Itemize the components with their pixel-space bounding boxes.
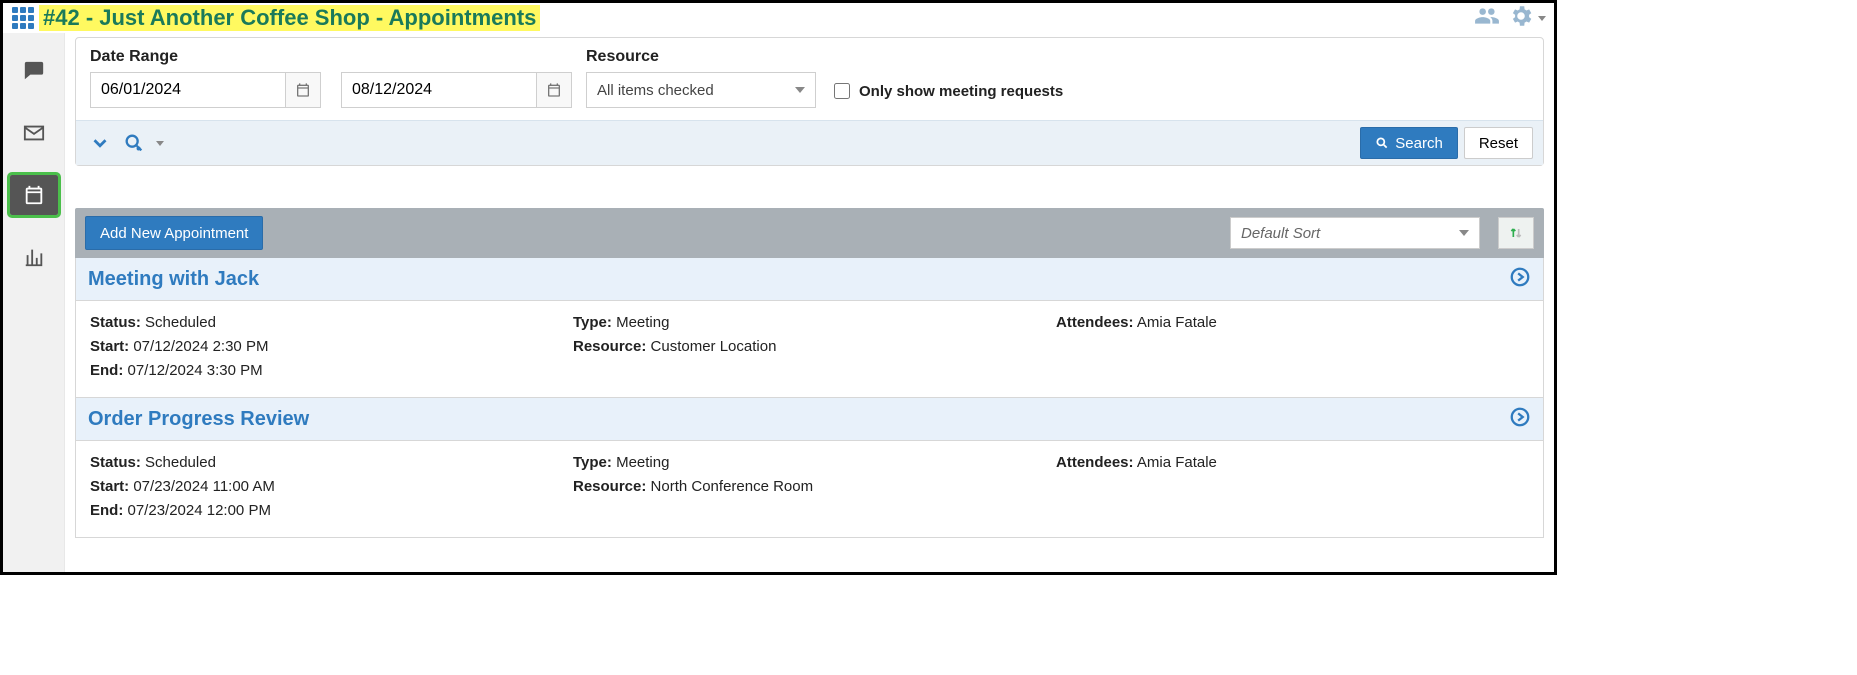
type-value: Meeting bbox=[616, 454, 669, 471]
left-nav bbox=[3, 33, 65, 572]
resource-select-value: All items checked bbox=[597, 82, 714, 99]
date-range-label: Date Range bbox=[90, 48, 572, 66]
reset-button[interactable]: Reset bbox=[1464, 127, 1533, 159]
sort-select[interactable]: Default Sort bbox=[1230, 217, 1480, 249]
type-label: Type: bbox=[573, 454, 612, 471]
add-appointment-label: Add New Appointment bbox=[100, 225, 248, 242]
attendees-value: Amia Fatale bbox=[1137, 314, 1217, 331]
chevron-down-icon bbox=[795, 87, 805, 93]
apps-grid-icon[interactable] bbox=[11, 6, 35, 30]
appointment-header: Order Progress Review bbox=[75, 398, 1544, 441]
page-title: #42 - Just Another Coffee Shop - Appoint… bbox=[39, 5, 540, 31]
end-label: End: bbox=[90, 502, 123, 519]
nav-calendar[interactable] bbox=[10, 175, 58, 215]
resource-value: North Conference Room bbox=[651, 478, 814, 495]
appointment-title-link[interactable]: Order Progress Review bbox=[88, 408, 309, 431]
status-value: Scheduled bbox=[145, 454, 216, 471]
search-button-label: Search bbox=[1395, 135, 1443, 152]
attendees-value: Amia Fatale bbox=[1137, 454, 1217, 471]
sort-direction-button[interactable] bbox=[1498, 217, 1534, 249]
type-label: Type: bbox=[573, 314, 612, 331]
sort-select-value: Default Sort bbox=[1241, 225, 1320, 242]
add-appointment-button[interactable]: Add New Appointment bbox=[85, 216, 263, 250]
users-icon[interactable] bbox=[1474, 3, 1500, 33]
search-button[interactable]: Search bbox=[1360, 127, 1458, 159]
nav-mail[interactable] bbox=[10, 113, 58, 153]
gear-menu-caret[interactable] bbox=[1538, 16, 1546, 21]
attendees-label: Attendees: bbox=[1056, 314, 1134, 331]
date-from-input[interactable] bbox=[90, 72, 285, 108]
type-value: Meeting bbox=[616, 314, 669, 331]
date-to-input[interactable] bbox=[341, 72, 536, 108]
start-value: 07/12/2024 2:30 PM bbox=[133, 338, 268, 355]
open-appointment-icon[interactable] bbox=[1509, 266, 1531, 292]
appointment-header: Meeting with Jack bbox=[75, 258, 1544, 301]
resource-label: Resource: bbox=[573, 478, 646, 495]
appointment-body: Status: Scheduled Start: 07/23/2024 11:0… bbox=[75, 441, 1544, 538]
end-value: 07/12/2024 3:30 PM bbox=[128, 362, 263, 379]
only-meetings-checkbox[interactable] bbox=[834, 83, 850, 99]
nav-chat[interactable] bbox=[10, 51, 58, 91]
search-settings-caret[interactable] bbox=[156, 141, 164, 146]
status-label: Status: bbox=[90, 314, 141, 331]
expand-toggle-icon[interactable] bbox=[86, 129, 114, 157]
start-label: Start: bbox=[90, 478, 129, 495]
date-from-picker-icon[interactable] bbox=[285, 72, 321, 108]
gear-icon[interactable] bbox=[1508, 3, 1534, 33]
only-meetings-label: Only show meeting requests bbox=[859, 83, 1063, 100]
resource-label: Resource: bbox=[573, 338, 646, 355]
filter-panel: Date Range bbox=[75, 37, 1544, 166]
status-label: Status: bbox=[90, 454, 141, 471]
status-value: Scheduled bbox=[145, 314, 216, 331]
open-appointment-icon[interactable] bbox=[1509, 406, 1531, 432]
start-value: 07/23/2024 11:00 AM bbox=[133, 478, 275, 495]
end-value: 07/23/2024 12:00 PM bbox=[128, 502, 271, 519]
top-bar: #42 - Just Another Coffee Shop - Appoint… bbox=[3, 3, 1554, 33]
date-to-picker-icon[interactable] bbox=[536, 72, 572, 108]
end-label: End: bbox=[90, 362, 123, 379]
start-label: Start: bbox=[90, 338, 129, 355]
appointment-body: Status: Scheduled Start: 07/12/2024 2:30… bbox=[75, 301, 1544, 398]
nav-reports[interactable] bbox=[10, 237, 58, 277]
appointment-title-link[interactable]: Meeting with Jack bbox=[88, 268, 259, 291]
attendees-label: Attendees: bbox=[1056, 454, 1134, 471]
resource-value: Customer Location bbox=[651, 338, 777, 355]
resource-select[interactable]: All items checked bbox=[586, 72, 816, 108]
search-settings-icon[interactable] bbox=[120, 129, 148, 157]
chevron-down-icon bbox=[1459, 230, 1469, 236]
list-toolbar: Add New Appointment Default Sort bbox=[75, 208, 1544, 258]
resource-label: Resource bbox=[586, 48, 816, 66]
